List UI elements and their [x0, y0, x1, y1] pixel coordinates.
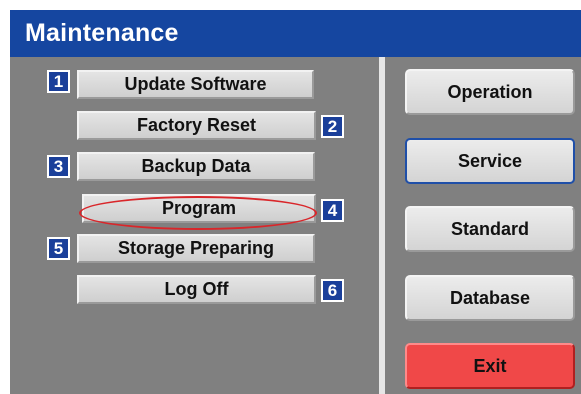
exit-button[interactable]: Exit: [405, 343, 575, 389]
factory-reset-button[interactable]: Factory Reset: [77, 111, 316, 140]
number-badge-3: 3: [47, 155, 70, 178]
log-off-button[interactable]: Log Off: [77, 275, 316, 304]
service-button[interactable]: Service: [405, 138, 575, 184]
number-badge-4: 4: [321, 199, 344, 222]
database-button[interactable]: Database: [405, 275, 575, 321]
number-badge-2: 2: [321, 115, 344, 138]
title-bar: Maintenance: [10, 10, 581, 57]
number-badge-5: 5: [47, 237, 70, 260]
storage-preparing-button[interactable]: Storage Preparing: [77, 234, 315, 263]
maintenance-window: Maintenance 1 Update Software Factory Re…: [0, 0, 581, 394]
backup-data-button[interactable]: Backup Data: [77, 152, 315, 181]
number-badge-6: 6: [321, 279, 344, 302]
window-title: Maintenance: [25, 19, 179, 47]
number-badge-1: 1: [47, 70, 70, 93]
maintenance-menu-panel: [10, 57, 379, 394]
program-button[interactable]: Program: [82, 194, 316, 223]
standard-button[interactable]: Standard: [405, 206, 575, 252]
operation-button[interactable]: Operation: [405, 69, 575, 115]
update-software-button[interactable]: Update Software: [77, 70, 314, 99]
